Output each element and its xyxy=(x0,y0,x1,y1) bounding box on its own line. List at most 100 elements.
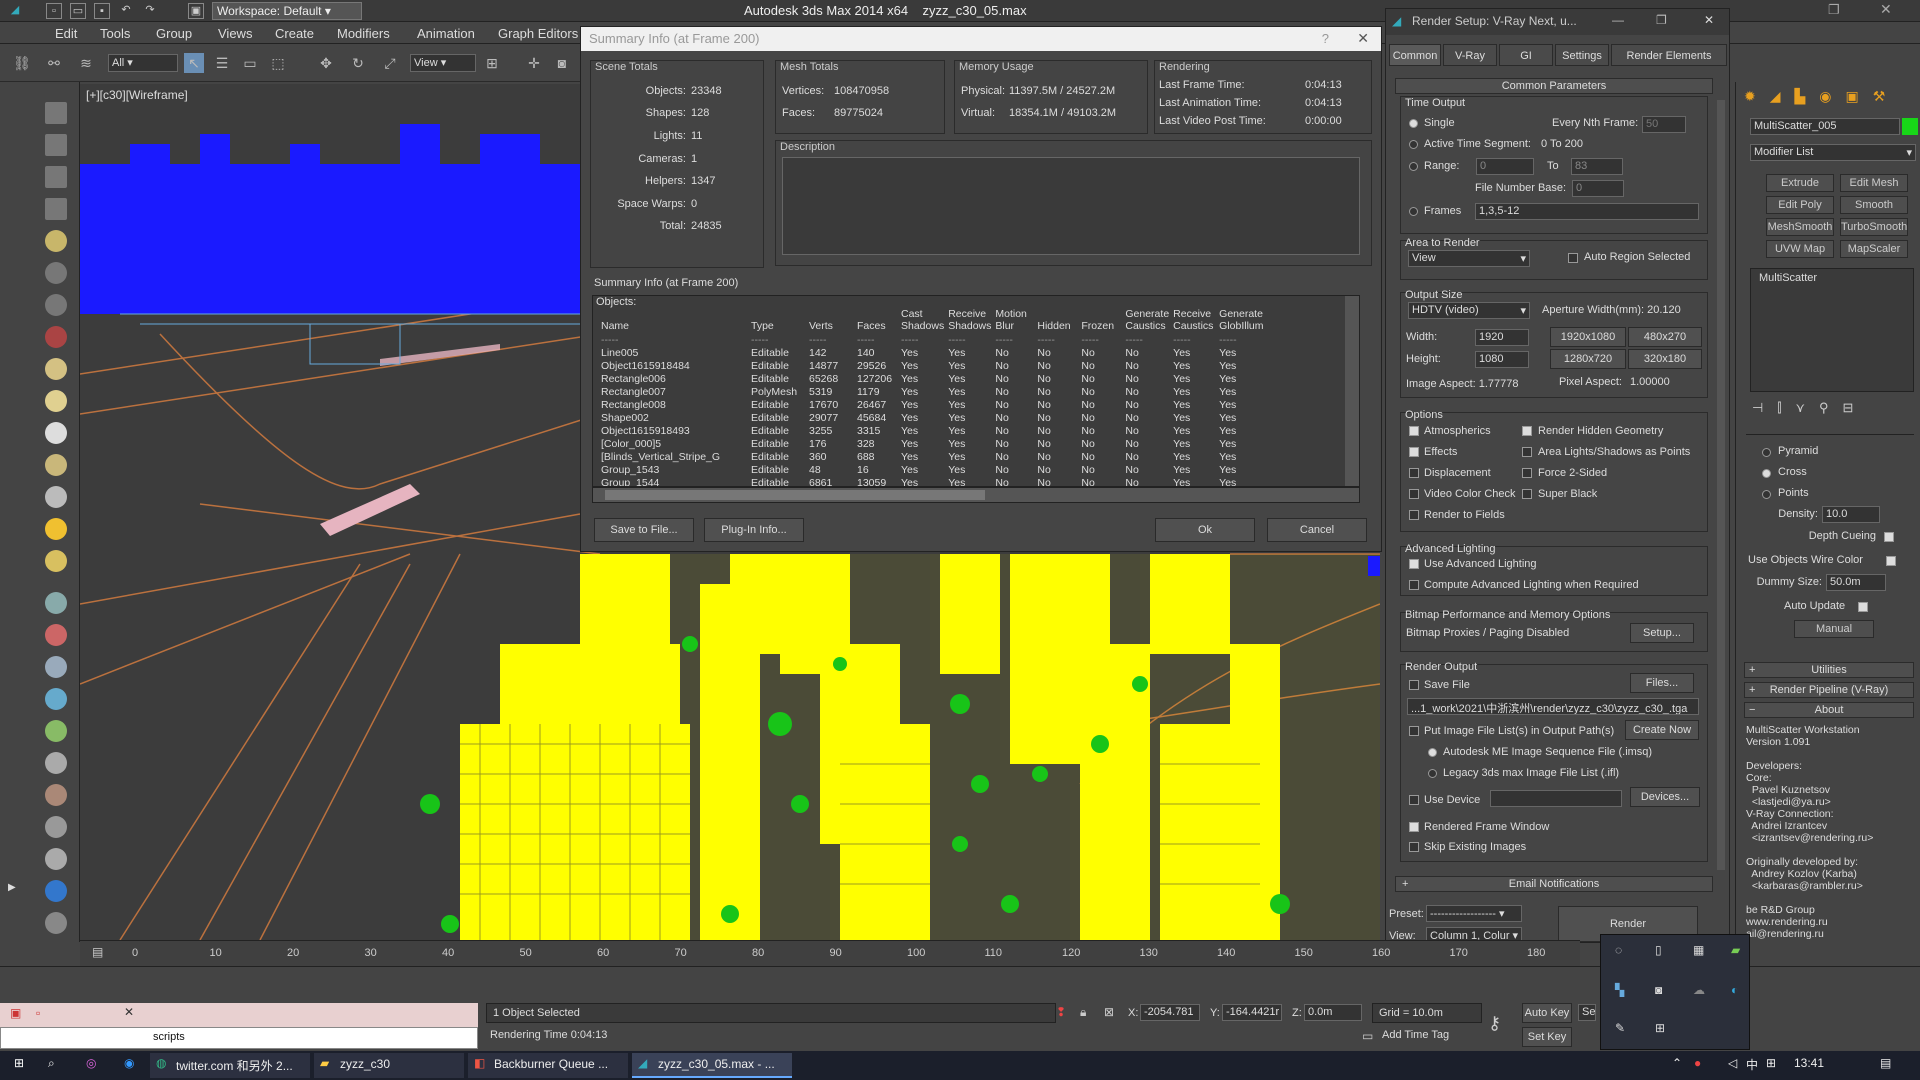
material-icon[interactable] xyxy=(45,784,67,806)
ifl-radio[interactable] xyxy=(1428,769,1437,778)
auto-key-button[interactable]: Auto Key xyxy=(1522,1003,1572,1023)
helper-icon[interactable] xyxy=(45,262,67,284)
active-segment-radio[interactable] xyxy=(1409,140,1418,149)
object-name-field[interactable]: MultiScatter_005 xyxy=(1750,118,1900,135)
dialog-close-icon[interactable]: ✕ xyxy=(1357,30,1369,47)
move-icon[interactable]: ✥ xyxy=(316,53,336,73)
ref-coord-dropdown[interactable]: View ▾ xyxy=(410,54,476,72)
tab-vray[interactable]: V-Ray xyxy=(1443,44,1497,66)
density-field[interactable]: 10.0 xyxy=(1822,506,1880,523)
window-crossing-icon[interactable]: ⬚ xyxy=(268,53,288,73)
command-panel-tabs[interactable]: ✹◢▙◉▣⚒ xyxy=(1744,88,1914,108)
auto-region-checkbox[interactable] xyxy=(1568,253,1578,263)
table-col-header[interactable]: Receive Caustics xyxy=(1173,308,1219,334)
tray-security-icon[interactable]: ▦ xyxy=(1693,943,1704,957)
devices-button[interactable]: Devices... xyxy=(1630,787,1700,807)
area-lights-checkbox[interactable] xyxy=(1522,447,1532,457)
cross-radio[interactable] xyxy=(1762,469,1771,478)
table-col-header[interactable]: Faces xyxy=(857,308,901,334)
vray-icon[interactable] xyxy=(45,880,67,902)
width-field[interactable]: 1920 xyxy=(1475,329,1529,346)
table-col-header[interactable]: Verts xyxy=(809,308,857,334)
expand-arrow-icon[interactable]: ▶ xyxy=(8,882,22,896)
restore-icon[interactable]: ❐ xyxy=(1656,13,1667,27)
selection-filter-dropdown[interactable]: All ▾ xyxy=(108,54,178,72)
frames-field[interactable]: 1,3,5-12 xyxy=(1475,203,1699,220)
maxscript-listener-pink[interactable]: ▣ ▫ ✕ xyxy=(0,1003,478,1027)
scale-icon[interactable]: ⤢ xyxy=(380,53,400,73)
table-col-header[interactable]: Motion Blur xyxy=(995,308,1037,334)
taskbar-item-folder[interactable]: ▰ zyzz_c30 xyxy=(314,1053,464,1078)
video-color-checkbox[interactable] xyxy=(1409,489,1419,499)
range-radio[interactable] xyxy=(1409,162,1418,171)
plugin-info-button[interactable]: Plug-In Info... xyxy=(704,518,804,542)
box-icon[interactable] xyxy=(45,358,67,380)
hf-icon[interactable] xyxy=(45,752,67,774)
rotate-icon[interactable]: ↻ xyxy=(348,53,368,73)
about-rollout[interactable]: − About xyxy=(1744,702,1914,718)
displacement-checkbox[interactable] xyxy=(1409,468,1419,478)
earth-icon[interactable] xyxy=(45,688,67,710)
taskbar-item-max[interactable]: ◢ zyzz_c30_05.max - ... xyxy=(632,1053,792,1078)
modifier-stack[interactable]: MultiScatter xyxy=(1750,268,1914,392)
explorer-icon[interactable] xyxy=(45,102,67,124)
use-device-checkbox[interactable] xyxy=(1409,795,1419,805)
link-icon[interactable]: ⛓ xyxy=(12,53,32,73)
stack-tools[interactable]: ⊣⫿⋎⚲⊟ xyxy=(1752,400,1916,418)
files-button[interactable]: Files... xyxy=(1630,673,1694,693)
camera-tool-icon[interactable] xyxy=(45,294,67,316)
tray-antivirus-icon[interactable]: ● xyxy=(1694,1056,1701,1070)
ok-button[interactable]: Ok xyxy=(1155,518,1255,542)
maxscript-listener-white[interactable]: scripts xyxy=(0,1027,478,1049)
timeline[interactable]: ▤ 0 10 20 30 40 50 60 70 80 90 100 110 120 130 140 150 1… xyxy=(80,940,1580,966)
z-field[interactable]: 0.0m xyxy=(1304,1004,1362,1021)
file-number-base-field[interactable]: 0 xyxy=(1572,180,1624,197)
cylinder-icon[interactable] xyxy=(45,454,67,476)
smooth-button[interactable]: Smooth xyxy=(1840,196,1908,214)
utilities-rollout[interactable]: + Utilities xyxy=(1744,662,1914,678)
grid-icon[interactable] xyxy=(45,198,67,220)
sphere2-icon[interactable] xyxy=(45,816,67,838)
redo-icon[interactable]: ↷ xyxy=(142,3,158,19)
new-icon[interactable]: ▫ xyxy=(46,3,62,19)
y-field[interactable]: -164.4421r xyxy=(1222,1004,1282,1021)
usb-icon[interactable]: ▯ xyxy=(1655,943,1662,957)
table-row[interactable]: Shape002 Editable 29077 45684 Yes Yes No No No No… xyxy=(601,412,1269,425)
close-icon[interactable]: ✕ xyxy=(1880,1,1892,18)
taskbar-item-browser[interactable]: ◍ twitter.com 和另外 2... xyxy=(150,1053,310,1078)
tab-gi[interactable]: GI xyxy=(1499,44,1553,66)
layers-icon[interactable] xyxy=(45,134,67,156)
table-col-header[interactable]: Type xyxy=(751,308,809,334)
volume-icon[interactable]: ◁ xyxy=(1728,1056,1737,1070)
tray-pen-icon[interactable]: ✎ xyxy=(1615,1021,1625,1035)
depth-cueing-checkbox[interactable] xyxy=(1884,532,1894,542)
turbosmooth-button[interactable]: TurboSmooth xyxy=(1840,218,1908,236)
output-size-dropdown[interactable]: HDTV (video) ▾ xyxy=(1408,302,1530,319)
table-col-header[interactable]: Name xyxy=(601,308,751,334)
menu-tools[interactable]: Tools xyxy=(100,26,130,41)
key-icon[interactable]: ⚷ xyxy=(1488,1013,1501,1034)
auto-update-checkbox[interactable] xyxy=(1858,602,1868,612)
table-col-header[interactable]: Receive Shadows xyxy=(948,308,995,334)
save-icon[interactable]: ▪ xyxy=(94,3,110,19)
area-dropdown[interactable]: View ▾ xyxy=(1408,250,1530,267)
select-by-name-icon[interactable]: ☰ xyxy=(212,53,232,73)
undo-icon[interactable]: ↶ xyxy=(118,3,134,19)
selected-dropdown[interactable]: Sele xyxy=(1578,1004,1596,1021)
preset-480x270-button[interactable]: 480x270 xyxy=(1628,327,1702,347)
super-black-checkbox[interactable] xyxy=(1522,489,1532,499)
rect-select-icon[interactable]: ▭ xyxy=(240,53,260,73)
menu-graph-editors[interactable]: Graph Editors xyxy=(498,26,578,41)
save-to-file-button[interactable]: Save to File... xyxy=(594,518,694,542)
table-row[interactable]: Rectangle006 Editable 65268 127206 Yes Yes No N… xyxy=(601,373,1269,386)
minimize-icon[interactable]: — xyxy=(1612,13,1624,27)
object-color-swatch[interactable] xyxy=(1902,118,1918,135)
plant-icon[interactable] xyxy=(45,720,67,742)
hair-icon[interactable] xyxy=(45,656,67,678)
gear-icon[interactable] xyxy=(45,848,67,870)
atmospherics-checkbox[interactable] xyxy=(1409,426,1419,436)
tray-network-icon[interactable]: ⊞ xyxy=(1655,1021,1665,1035)
table-col-header[interactable]: Frozen xyxy=(1081,308,1125,334)
table-col-header[interactable]: Generate GlobIllum xyxy=(1219,308,1269,334)
unlink-icon[interactable]: ⚯ xyxy=(44,53,64,73)
